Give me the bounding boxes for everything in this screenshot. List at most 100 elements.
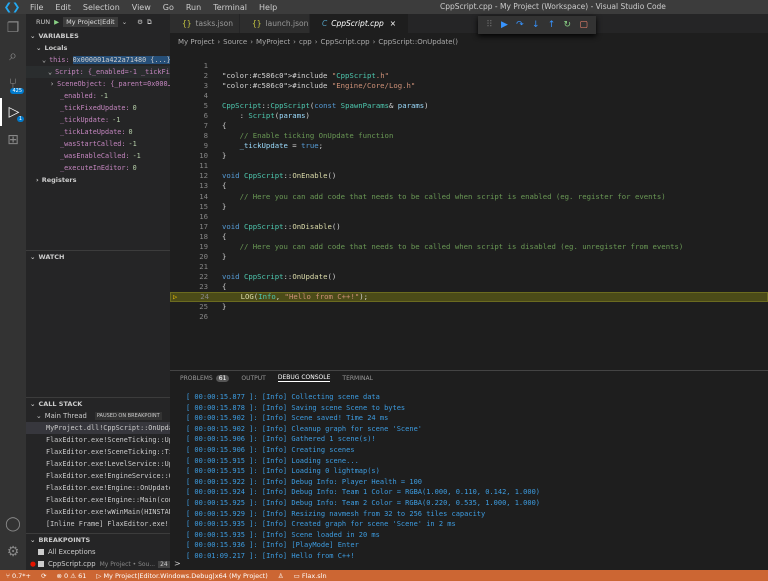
code-line: 1: [170, 60, 768, 70]
breadcrumb-item[interactable]: CppScript::OnUpdate(): [378, 38, 458, 46]
tab-label: launch.json: [265, 19, 309, 28]
breadcrumb-item[interactable]: cpp: [299, 38, 312, 46]
variable-field[interactable]: _tickFixedUpdate: 0: [26, 102, 170, 114]
debug-console-icon[interactable]: ⧉: [147, 18, 152, 27]
continue-icon[interactable]: ▶: [501, 20, 508, 30]
tab-debug-console[interactable]: DEBUG CONSOLE: [277, 374, 331, 382]
stack-frame[interactable]: FlaxEditor.exe!Engine::Main(const: [26, 494, 170, 506]
code-line: 12 void CppScript::OnEnable(): [170, 171, 768, 181]
settings-gear-icon[interactable]: ⚙: [0, 538, 26, 566]
branch-status[interactable]: ⑂ 0.7*+: [6, 572, 31, 580]
chevron-down-icon[interactable]: ⌄: [122, 18, 127, 26]
extensions-icon[interactable]: ⊞: [0, 126, 26, 154]
search-icon[interactable]: ⌕: [0, 42, 26, 70]
chevron-right-icon: ›: [372, 37, 376, 46]
tab-cppscript-cpp[interactable]: C CppScript.cpp ×: [310, 14, 410, 33]
step-out-icon[interactable]: ↑: [548, 20, 556, 30]
sync-icon[interactable]: ⟳: [41, 572, 46, 580]
menu-help[interactable]: Help: [253, 3, 283, 12]
console-line: [ 00:00:15.922 ]: [Info] Debug Info: Pla…: [186, 477, 423, 486]
field-name: _wasStartCalled:: [60, 140, 126, 148]
source-control-icon[interactable]: ⑂ 425: [0, 70, 26, 98]
debug-sidebar: RUN ▶ My Project|Edit ⌄ ⚙ ⧉ ⌄ VARIABLES …: [26, 14, 170, 570]
menu-run[interactable]: Run: [180, 3, 207, 12]
var-sceneobject[interactable]: › SceneObject: {_parent=0x000…: [26, 78, 170, 90]
stack-frame[interactable]: FlaxEditor.exe!SceneTicking::Update: [26, 434, 170, 446]
solution-status[interactable]: ▭ Flax.sln: [294, 572, 327, 580]
stop-icon[interactable]: ▢: [579, 20, 588, 30]
start-debug-icon[interactable]: ▶: [54, 18, 59, 26]
stack-frame[interactable]: FlaxEditor.exe!LevelService::Update: [26, 458, 170, 470]
stack-frame[interactable]: FlaxEditor.exe!wWinMain(HINSTANCE: [26, 506, 170, 518]
gear-icon[interactable]: ⚙: [137, 18, 143, 26]
checkbox[interactable]: [38, 549, 44, 555]
stack-frame[interactable]: FlaxEditor.exe!Engine::OnUpdate: [26, 482, 170, 494]
breadcrumb-item[interactable]: My Project: [178, 38, 214, 46]
tab-output[interactable]: OUTPUT: [241, 375, 265, 382]
stack-frame[interactable]: [Inline Frame] FlaxEditor.exe!: [26, 518, 170, 530]
tab-problems[interactable]: PROBLEMS 61: [180, 374, 230, 382]
field-value: -1: [112, 116, 121, 124]
restart-icon[interactable]: ↻: [564, 20, 572, 30]
watch-header[interactable]: ⌄ WATCH: [26, 250, 170, 262]
tab-tasks-json[interactable]: {} tasks.json: [170, 14, 240, 33]
main-thread[interactable]: ⌄ Main Thread PAUSED ON BREAKPOINT: [26, 410, 170, 422]
account-icon[interactable]: ◯: [0, 510, 26, 538]
breakpoints-header[interactable]: ⌄ BREAKPOINTS: [26, 534, 170, 546]
line-number: 9: [203, 141, 208, 151]
console-line: [ 00:00:15.877 ]: [Info] Collecting scen…: [186, 393, 380, 401]
locals-scope[interactable]: ⌄ Locals: [26, 42, 170, 54]
launch-config-select[interactable]: My Project|Edit: [63, 17, 118, 27]
debug-config-status[interactable]: ▷ My Project|Editor.Windows.Debug|x64 (M…: [96, 572, 267, 580]
breakpoint-all-exceptions[interactable]: All Exceptions: [26, 546, 170, 558]
code-text: {: [222, 231, 227, 241]
var-script[interactable]: ⌄ Script: {_enabled=-1 _tickFi…: [26, 66, 170, 78]
menu-go[interactable]: Go: [157, 3, 180, 12]
file-icon: C: [322, 19, 328, 28]
breadcrumb-item[interactable]: MyProject: [256, 38, 290, 46]
registers-scope[interactable]: › Registers: [26, 174, 170, 186]
drag-handle-icon[interactable]: ⠿: [486, 20, 493, 30]
live-share-icon[interactable]: ♙: [278, 572, 284, 580]
variable-field[interactable]: _tickLateUpdate: 0: [26, 126, 170, 138]
menu-view[interactable]: View: [126, 3, 157, 12]
breakpoint-cppscript[interactable]: ● CppScript.cpp My Project • Sou... 24: [26, 558, 170, 570]
line-number: 21: [199, 262, 208, 272]
step-into-icon[interactable]: ↓: [532, 20, 540, 30]
variable-field[interactable]: _wasStartCalled: -1: [26, 138, 170, 150]
problems-status[interactable]: ⊗ 0 ⚠ 61: [56, 572, 86, 580]
breadcrumb-item[interactable]: Source: [223, 38, 247, 46]
checkbox[interactable]: [37, 561, 44, 567]
step-over-icon[interactable]: ↷: [516, 20, 524, 30]
bottom-panel: PROBLEMS 61 OUTPUT DEBUG CONSOLE TERMINAL…: [170, 370, 768, 570]
variable-field[interactable]: _enabled: -1: [26, 90, 170, 102]
close-icon[interactable]: ×: [390, 19, 396, 28]
menu-selection[interactable]: Selection: [77, 3, 126, 12]
variable-field[interactable]: _executeInEditor: 0: [26, 162, 170, 174]
field-name: _enabled:: [60, 92, 97, 100]
stack-frame[interactable]: MyProject.dll!CppScript::OnUpdate: [26, 422, 170, 434]
code-editor[interactable]: 1 2 "color:#c586c0">#include "CppScript.h"…: [170, 60, 768, 322]
breadcrumb-item[interactable]: CppScript.cpp: [321, 38, 370, 46]
code-line: 22 void CppScript::OnUpdate(): [170, 272, 768, 282]
stack-frame[interactable]: FlaxEditor.exe!EngineService::OnUpdate: [26, 470, 170, 482]
run-debug-icon[interactable]: ▷ 1: [0, 98, 26, 126]
menu-terminal[interactable]: Terminal: [207, 3, 253, 12]
callstack-header[interactable]: ⌄ CALL STACK: [26, 398, 170, 410]
variables-header[interactable]: ⌄ VARIABLES: [26, 30, 170, 42]
tab-launch-json[interactable]: {} launch.json: [240, 14, 310, 33]
stack-frame[interactable]: FlaxEditor.exe!SceneTicking::Tick: [26, 446, 170, 458]
var-this[interactable]: ⌄ this: 0x000001a422a71480 {...}: [26, 54, 170, 66]
paused-status: PAUSED ON BREAKPOINT: [94, 412, 162, 420]
console-input[interactable]: >: [174, 559, 181, 568]
tab-terminal[interactable]: TERMINAL: [342, 375, 373, 382]
menu-edit[interactable]: Edit: [49, 3, 77, 12]
variable-field[interactable]: _tickUpdate: -1: [26, 114, 170, 126]
current-breakpoint-icon[interactable]: ▷: [173, 293, 177, 301]
console-line: [ 00:00:15.924 ]: [Info] Debug Info: Tea…: [186, 488, 541, 497]
scm-badge: 425: [10, 88, 24, 94]
explorer-icon[interactable]: ❐: [0, 14, 26, 42]
variable-field[interactable]: _wasEnableCalled: -1: [26, 150, 170, 162]
menu-file[interactable]: File: [24, 3, 49, 12]
code-line: 5 CppScript::CppScript(const SpawnParams&…: [170, 100, 768, 110]
